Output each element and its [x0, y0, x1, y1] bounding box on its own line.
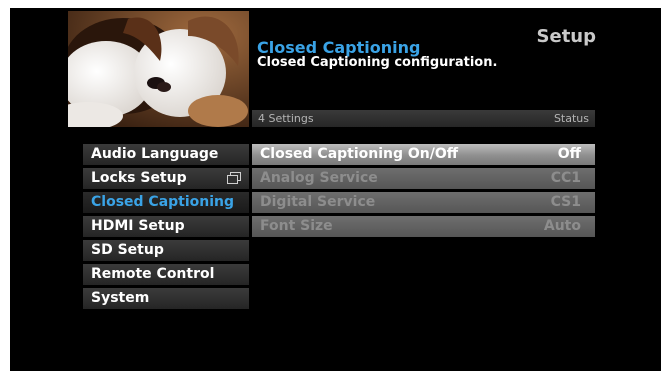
settings-status-bar: 4 Settings Status: [252, 110, 595, 127]
setup-menu: Audio Language Locks Setup Closed Captio…: [83, 144, 249, 312]
setting-label: Closed Captioning On/Off: [260, 146, 459, 162]
setting-value: Auto: [543, 218, 581, 234]
menu-item-closed-captioning[interactable]: Closed Captioning: [83, 192, 249, 213]
setting-value: CC1: [550, 170, 581, 186]
menu-item-label: Audio Language: [91, 146, 219, 162]
setting-row-digital-service[interactable]: Digital Service CS1: [252, 192, 595, 213]
setting-value: CS1: [550, 194, 581, 210]
setting-row-font-size[interactable]: Font Size Auto: [252, 216, 595, 237]
menu-item-label: HDMI Setup: [91, 218, 185, 234]
setting-value: Off: [557, 146, 581, 162]
tv-screen: Closed Captioning Closed Captioning conf…: [10, 8, 661, 371]
menu-item-locks-setup[interactable]: Locks Setup: [83, 168, 249, 189]
setting-row-cc-on-off[interactable]: Closed Captioning On/Off Off: [252, 144, 595, 165]
menu-item-remote-control[interactable]: Remote Control: [83, 264, 249, 285]
menu-item-audio-language[interactable]: Audio Language: [83, 144, 249, 165]
menu-item-hdmi-setup[interactable]: HDMI Setup: [83, 216, 249, 237]
lock-icon: [227, 172, 241, 184]
section-label: Setup: [536, 26, 596, 47]
menu-item-label: System: [91, 290, 150, 306]
setting-row-analog-service[interactable]: Analog Service CC1: [252, 168, 595, 189]
status-column-label: Status: [553, 112, 589, 125]
menu-item-label: Remote Control: [91, 266, 215, 282]
setting-label: Digital Service: [260, 194, 376, 210]
menu-item-label: SD Setup: [91, 242, 164, 258]
settings-count: 4 Settings: [258, 112, 314, 125]
menu-item-system[interactable]: System: [83, 288, 249, 309]
menu-item-label: Closed Captioning: [91, 194, 235, 210]
setting-label: Analog Service: [260, 170, 378, 186]
settings-list: Closed Captioning On/Off Off Analog Serv…: [252, 144, 595, 240]
preview-thumbnail: [68, 11, 249, 127]
puppies-image: [68, 11, 249, 127]
page-subtitle: Closed Captioning configuration.: [257, 55, 498, 70]
setting-label: Font Size: [260, 218, 333, 234]
menu-item-label: Locks Setup: [91, 170, 187, 186]
menu-item-sd-setup[interactable]: SD Setup: [83, 240, 249, 261]
